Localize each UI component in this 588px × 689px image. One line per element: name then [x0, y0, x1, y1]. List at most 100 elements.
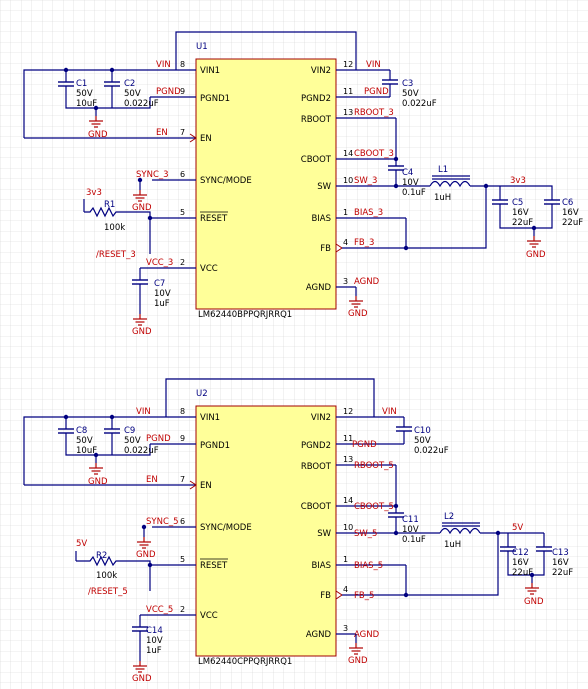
chip-ref: U2: [196, 389, 208, 399]
pin-number: 3: [343, 624, 348, 633]
pin-number: 3: [343, 277, 348, 286]
rail-label: 5V: [512, 523, 523, 533]
cap-value: 22uF: [512, 218, 533, 228]
cap-ref: C13: [552, 548, 569, 558]
chip-part-number: LM62440CPPQRJRRQ1: [198, 657, 292, 667]
cap-voltage: 10V: [146, 636, 163, 646]
net-label: PGND: [156, 87, 181, 97]
pin-number: 1: [343, 555, 348, 564]
pin-number: 7: [180, 475, 185, 484]
cap-voltage: 16V: [512, 208, 529, 218]
pin-name: CBOOT: [301, 155, 332, 165]
pin-name: SW: [317, 182, 331, 192]
pin-name: CBOOT: [301, 502, 332, 512]
pin-name: VIN1: [200, 413, 220, 423]
cap-ref: C11: [402, 515, 419, 525]
cap-ref: C9: [124, 426, 135, 436]
net-label: SW_3: [354, 176, 377, 186]
cap-value: 22uF: [512, 568, 533, 578]
net-label: FB_5: [354, 591, 374, 601]
gnd-label: GND: [132, 674, 152, 684]
net-label: VIN: [136, 407, 151, 417]
cap-voltage: 10V: [402, 178, 419, 188]
pin-name: VCC: [200, 264, 218, 274]
cap-ref: C8: [76, 426, 87, 436]
net-label: RBOOT_3: [354, 108, 394, 118]
pin-name: FB: [320, 591, 331, 601]
pin-number: 14: [343, 149, 353, 158]
net-label: EN: [146, 475, 158, 485]
pin-name: EN: [200, 481, 212, 491]
net-label: AGND: [354, 277, 380, 287]
net-label: VIN: [156, 60, 171, 70]
net-label: PGND: [146, 434, 171, 444]
pin-name: PGND2: [301, 94, 331, 104]
pin-number: 9: [180, 87, 185, 96]
chip-part-number: LM62440BPPQRJRRQ1: [198, 310, 292, 320]
gnd-label: GND: [88, 130, 108, 140]
cap-value: 0.022uF: [414, 446, 449, 456]
net-label: BIAS_3: [354, 208, 383, 218]
pin-number: 10: [343, 176, 353, 185]
inductor-ref: L2: [444, 512, 454, 522]
cap-ref: C3: [402, 79, 413, 89]
pin-number: 12: [343, 407, 353, 416]
net-label: VCC_3: [146, 258, 173, 268]
pin-number: 14: [343, 496, 353, 505]
pin-name: PGND1: [200, 441, 230, 451]
net-label: VIN: [366, 60, 381, 70]
pin-name: BIAS: [311, 561, 331, 571]
cap-ref: C12: [512, 548, 529, 558]
pin-name: RBOOT: [301, 462, 332, 472]
net-label: SYNC_5: [146, 517, 179, 527]
pin-name: FB: [320, 244, 331, 254]
net-label: SW_5: [354, 529, 377, 539]
pin-name: EN: [200, 134, 212, 144]
net-label: EN: [156, 128, 168, 138]
cap-value: 0.1uF: [402, 188, 426, 198]
cap-voltage: 16V: [562, 208, 579, 218]
cap-voltage: 16V: [552, 558, 569, 568]
cap-voltage: 50V: [124, 436, 141, 446]
pin-name: SYNC/MODE: [200, 523, 252, 533]
pin-name: AGND: [306, 283, 332, 293]
cap-value: 10uF: [76, 446, 97, 456]
schematic-canvas: U1 LM62440BPPQRJRRQ1 VIN1 PGND1 EN SYNC/…: [0, 0, 588, 689]
cap-voltage: 50V: [124, 89, 141, 99]
pin-number: 10: [343, 523, 353, 532]
pin-number: 7: [180, 128, 185, 137]
cap-value: 1uF: [146, 646, 162, 656]
rail-label: 3v3: [510, 176, 526, 186]
pin-number: 4: [343, 585, 348, 594]
pin-number: 12: [343, 60, 353, 69]
pin-name: SW: [317, 529, 331, 539]
cap-value: 0.022uF: [124, 99, 159, 109]
pin-name: RESET: [200, 561, 228, 571]
net-label: PGND: [352, 440, 377, 450]
cap-value: 0.022uF: [124, 446, 159, 456]
net-label: CBOOT_3: [354, 149, 394, 159]
cap-ref: C7: [154, 279, 165, 289]
pin-number: 5: [180, 555, 185, 564]
gnd-label: GND: [88, 477, 108, 487]
pin-number: 2: [180, 605, 185, 614]
cap-value: 0.022uF: [402, 99, 437, 109]
pin-number: 5: [180, 208, 185, 217]
gnd-label: GND: [348, 309, 368, 319]
cap-voltage: 16V: [512, 558, 529, 568]
pin-name: AGND: [306, 630, 332, 640]
net-label: VCC_5: [146, 605, 173, 615]
cap-voltage: 50V: [414, 436, 431, 446]
cap-ref: C10: [414, 426, 431, 436]
gnd-label: GND: [136, 550, 156, 560]
cap-voltage: 10V: [402, 525, 419, 535]
cap-voltage: 50V: [76, 89, 93, 99]
pin-name: VCC: [200, 611, 218, 621]
resistor-ref: R2: [96, 551, 107, 561]
reset-net-label: /RESET_5: [88, 587, 128, 597]
pin-number: 1: [343, 208, 348, 217]
net-label: CBOOT_5: [354, 502, 394, 512]
cap-ref: C2: [124, 79, 135, 89]
cap-value: 1uF: [154, 299, 170, 309]
inductor-value: 1uH: [444, 540, 461, 550]
